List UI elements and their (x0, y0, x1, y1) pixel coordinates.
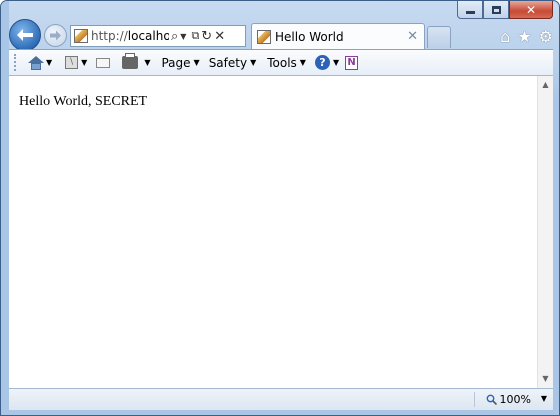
tab-page-icon (257, 29, 271, 44)
tools-gear-icon[interactable]: ⚙ (539, 27, 553, 46)
command-bar: ▼ \ ▼ ▼ Page ▼ Safety ▼ Tools ▼ ? ▼ N (9, 49, 553, 76)
print-icon (122, 53, 139, 69)
close-button[interactable]: ✕ (509, 1, 553, 19)
tools-menu-label: Tools (267, 55, 297, 70)
favorites-icon[interactable]: ★ (517, 27, 531, 46)
tab-close-icon[interactable]: ✕ (407, 29, 418, 44)
url-host: localhost: (127, 29, 169, 43)
chevron-down-icon: ▼ (144, 58, 151, 67)
zoom-magnifier-icon (486, 394, 497, 405)
address-url[interactable]: http://localhost: (91, 29, 169, 43)
tab-hello-world[interactable]: Hello World ✕ (251, 23, 425, 49)
home-icon (28, 55, 44, 70)
vertical-scrollbar[interactable]: ▲ ▼ (537, 76, 553, 388)
caption-buttons: ✕ (457, 1, 553, 20)
onenote-icon: N (345, 55, 359, 70)
browser-icons: ⌂ ★ ⚙ (500, 27, 553, 46)
tools-menu[interactable]: Tools ▼ (267, 56, 306, 70)
chevron-down-icon: ▼ (193, 58, 200, 67)
page-content: Hello World, SECRET (9, 76, 537, 388)
search-dropdown-icon[interactable]: ▼ (180, 32, 186, 41)
forward-arrow-icon (50, 30, 61, 41)
close-icon: ✕ (525, 2, 537, 17)
safety-menu[interactable]: Safety ▼ (209, 56, 257, 70)
rss-icon: \ (65, 56, 79, 69)
browser-window: ✕ http://localhost: ⌕ ▼ ⧉ ↻ ✕ Hello Worl… (0, 0, 560, 416)
url-prefix: http:// (91, 29, 128, 43)
forward-button[interactable] (44, 24, 67, 47)
home-icon[interactable]: ⌂ (500, 27, 510, 46)
scroll-up-icon[interactable]: ▲ (538, 78, 553, 92)
safety-menu-label: Safety (208, 55, 248, 70)
status-bar: 100% ▼ (9, 388, 553, 410)
read-mail-button[interactable] (96, 57, 111, 68)
chevron-down-icon: ▼ (81, 58, 88, 67)
stop-icon[interactable]: ✕ (214, 29, 225, 44)
mail-icon (96, 57, 111, 68)
page-icon (74, 29, 88, 43)
zoom-control[interactable]: 100% (486, 393, 531, 406)
chevron-down-icon: ▼ (332, 58, 340, 67)
toolbar-grip[interactable] (14, 54, 19, 71)
chevron-down-icon: ▼ (46, 58, 53, 67)
page-menu-label: Page (161, 55, 191, 70)
search-icon[interactable]: ⌕ (171, 29, 178, 44)
page-menu[interactable]: Page ▼ (161, 56, 199, 70)
zoom-level: 100% (499, 393, 531, 406)
help-icon: ? (314, 55, 330, 70)
minimize-button[interactable] (457, 1, 483, 19)
refresh-icon[interactable]: ↻ (201, 29, 212, 44)
new-tab-button[interactable] (427, 26, 451, 48)
print-menu[interactable]: ▼ (122, 53, 151, 69)
window-frame (1, 1, 9, 415)
home-menu[interactable]: ▼ (28, 55, 53, 70)
tab-title: Hello World (275, 29, 344, 44)
chevron-down-icon: ▼ (299, 58, 306, 67)
feeds-menu[interactable]: \ ▼ (65, 56, 87, 69)
page-text: Hello World, SECRET (19, 94, 148, 109)
compatibility-view-icon[interactable]: ⧉ (191, 29, 199, 43)
address-bar[interactable]: http://localhost: ⌕ ▼ ⧉ ↻ ✕ (70, 25, 246, 47)
help-menu[interactable]: ? ▼ (314, 55, 340, 70)
back-button[interactable] (9, 19, 41, 51)
scroll-down-icon[interactable]: ▼ (538, 372, 553, 386)
onenote-button[interactable]: N (345, 55, 359, 70)
zoom-dropdown-icon[interactable]: ▼ (541, 394, 547, 403)
restore-button[interactable] (483, 1, 509, 19)
back-arrow-icon (17, 29, 33, 41)
chevron-down-icon: ▼ (250, 58, 257, 67)
status-separator (474, 392, 475, 407)
